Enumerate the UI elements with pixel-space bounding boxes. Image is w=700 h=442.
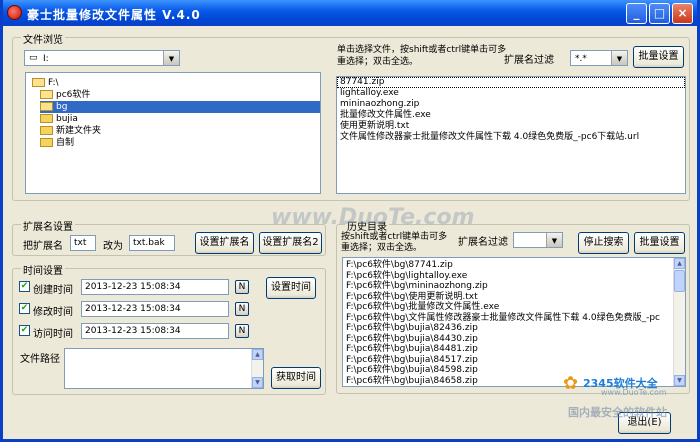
drive-value: I: [43, 54, 49, 64]
folder-tree[interactable]: F:\ pc6软件 bg bujia 新建文件夹自制 [25, 72, 321, 194]
folder-icon [40, 102, 53, 111]
set-ext-button-2[interactable]: 设置扩展名2 [259, 232, 322, 254]
history-item[interactable]: F:\pc6软件\bg\bujia\82436.zip [343, 323, 673, 334]
scroll-down-icon[interactable]: ▼ [252, 377, 263, 388]
tree-node-label: 新建文件夹 [56, 126, 102, 136]
time-input[interactable]: 2013-12-23 15:08:34 [81, 323, 229, 339]
history-list[interactable]: F:\pc6软件\bg\87741.zip F:\pc6软件\bg\lightal… [342, 257, 686, 387]
folder-icon [40, 114, 53, 123]
minimize-button[interactable]: _ [626, 3, 647, 24]
folder-icon [40, 138, 53, 147]
app-logo-icon [7, 5, 22, 20]
bottom-watermark: 国内最安全的软件站 [568, 406, 667, 419]
list-item[interactable]: mininaozhong.zip [337, 99, 685, 110]
time-label: 创建时间 [33, 285, 73, 296]
chevron-down-icon[interactable] [611, 51, 627, 65]
file-path-field[interactable]: ▲ ▼ [64, 348, 264, 389]
brand-logo-icon: ✿ [563, 373, 579, 394]
tree-node-label: bg [56, 102, 68, 112]
ext-filter-select[interactable]: *.* [570, 50, 628, 66]
history-item[interactable]: F:\pc6软件\bg\lightalloy.exe [343, 271, 673, 282]
set-ext-button[interactable]: 设置扩展名 [195, 232, 254, 254]
history-ext-filter-label: 扩展名过滤 [458, 237, 508, 248]
history-item[interactable]: F:\pc6软件\bg\bujia\84481.zip [343, 344, 673, 355]
tree-node[interactable]: F:\ [32, 77, 59, 89]
history-item[interactable]: F:\pc6软件\bg\bujia\84430.zip [343, 334, 673, 345]
list-item[interactable]: 批量修改文件属性.exe [337, 110, 685, 121]
now-button[interactable]: N [235, 324, 249, 338]
brand-watermark: ✿ 2345软件大全 www.DuoTe.com [563, 373, 700, 399]
tree-node-label: pc6软件 [56, 90, 91, 100]
file-path-label: 文件路径 [20, 354, 60, 365]
list-item[interactable]: lightalloy.exe [337, 88, 685, 99]
close-button[interactable]: × [672, 3, 693, 24]
brand-url: www.DuoTe.com [601, 388, 667, 397]
time-checkbox[interactable]: ✔ [19, 281, 30, 292]
ext-to-label: 改为 [103, 241, 123, 252]
get-time-button[interactable]: 获取时间 [271, 367, 321, 389]
chevron-down-icon[interactable] [163, 51, 179, 65]
tree-node-label: F:\ [48, 78, 59, 88]
drive-select[interactable]: ▭ I: [24, 50, 180, 66]
scroll-up-icon[interactable]: ▲ [674, 258, 685, 269]
tree-node[interactable]: bujia [40, 113, 78, 125]
history-item[interactable]: F:\pc6软件\bg\mininaozhong.zip [343, 281, 673, 292]
window-title: 豪士批量修改文件属性 V.4.0 [27, 8, 201, 22]
history-rows: F:\pc6软件\bg\87741.zip F:\pc6软件\bg\lightal… [343, 260, 673, 386]
center-watermark: www.DuoTe.com [271, 205, 475, 230]
file-path-scrollbar[interactable]: ▲ ▼ [251, 349, 263, 388]
history-item[interactable]: F:\pc6软件\bg\bujia\84517.zip [343, 355, 673, 366]
tree-node[interactable]: 自制 [40, 137, 74, 149]
history-scrollbar[interactable]: ▲ ▼ [673, 258, 685, 386]
now-button[interactable]: N [235, 302, 249, 316]
file-browse-title: 文件浏览 [21, 31, 65, 46]
time-checkbox[interactable]: ✔ [19, 325, 30, 336]
now-button[interactable]: N [235, 280, 249, 294]
browse-hint: 单击选择文件，按shift或者ctrl键单击可多重选择；双击全选。 [337, 45, 507, 67]
folder-icon [40, 126, 53, 135]
batch-set-button[interactable]: 批量设置 [633, 46, 684, 68]
list-item[interactable]: 文件属性修改器豪士批量修改文件属性下载 4.0绿色免费版_-pc6下载站.url [337, 132, 685, 143]
folder-icon [32, 78, 45, 87]
file-list[interactable]: 87741.zip lightalloy.exe mininaozhong.zip 批… [336, 76, 686, 194]
history-hint: 按shift或者ctrl键单击可多重选择；双击全选。 [341, 232, 448, 253]
chevron-down-icon[interactable] [546, 233, 562, 247]
history-item[interactable]: F:\pc6软件\bg\批量修改文件属性.exe [343, 302, 673, 313]
title-bar[interactable]: 豪士批量修改文件属性 V.4.0 _ □ × [3, 0, 697, 26]
time-label: 访问时间 [33, 329, 73, 340]
time-input[interactable]: 2013-12-23 15:08:34 [81, 279, 229, 295]
history-batch-set-button[interactable]: 批量设置 [634, 232, 685, 254]
ext-to-input[interactable]: txt.bak [129, 235, 175, 251]
time-settings-title: 时间设置 [21, 262, 65, 277]
tree-node[interactable]: bg [40, 101, 320, 113]
ext-filter-value: *.* [575, 54, 587, 64]
history-item[interactable]: F:\pc6软件\bg\使用更新说明.txt [343, 292, 673, 303]
folder-icon [40, 90, 53, 99]
tree-node-label: 自制 [56, 138, 75, 148]
tree-node[interactable]: 新建文件夹 [40, 125, 101, 137]
set-time-button[interactable]: 设置时间 [266, 277, 316, 299]
history-item[interactable]: F:\pc6软件\bg\文件属性修改器豪士批量修改文件属性下载 4.0绿色免费版… [343, 313, 673, 324]
list-item[interactable]: 87741.zip [337, 77, 685, 88]
history-ext-filter-select[interactable] [513, 232, 563, 248]
ext-settings-title: 扩展名设置 [21, 218, 75, 233]
drive-icon: ▭ [29, 53, 38, 63]
tree-node[interactable]: pc6软件 [40, 89, 90, 101]
ext-from-input[interactable]: txt [70, 235, 96, 251]
scroll-up-icon[interactable]: ▲ [252, 349, 263, 360]
stop-search-button[interactable]: 停止搜索 [578, 232, 629, 254]
scroll-thumb[interactable] [674, 270, 685, 292]
ext-filter-label: 扩展名过滤 [504, 55, 554, 66]
ext-from-label: 把扩展名 [23, 241, 63, 252]
time-label: 修改时间 [33, 307, 73, 318]
time-input[interactable]: 2013-12-23 15:08:34 [81, 301, 229, 317]
time-checkbox[interactable]: ✔ [19, 303, 30, 314]
list-item[interactable]: 使用更新说明.txt [337, 121, 685, 132]
tree-node-label: bujia [56, 114, 78, 124]
history-item[interactable]: F:\pc6软件\bg\87741.zip [343, 260, 673, 271]
maximize-button[interactable]: □ [649, 3, 670, 24]
app-window: 豪士批量修改文件属性 V.4.0 _ □ × 文件浏览 ▭ I: F:\pc6软… [0, 0, 700, 442]
